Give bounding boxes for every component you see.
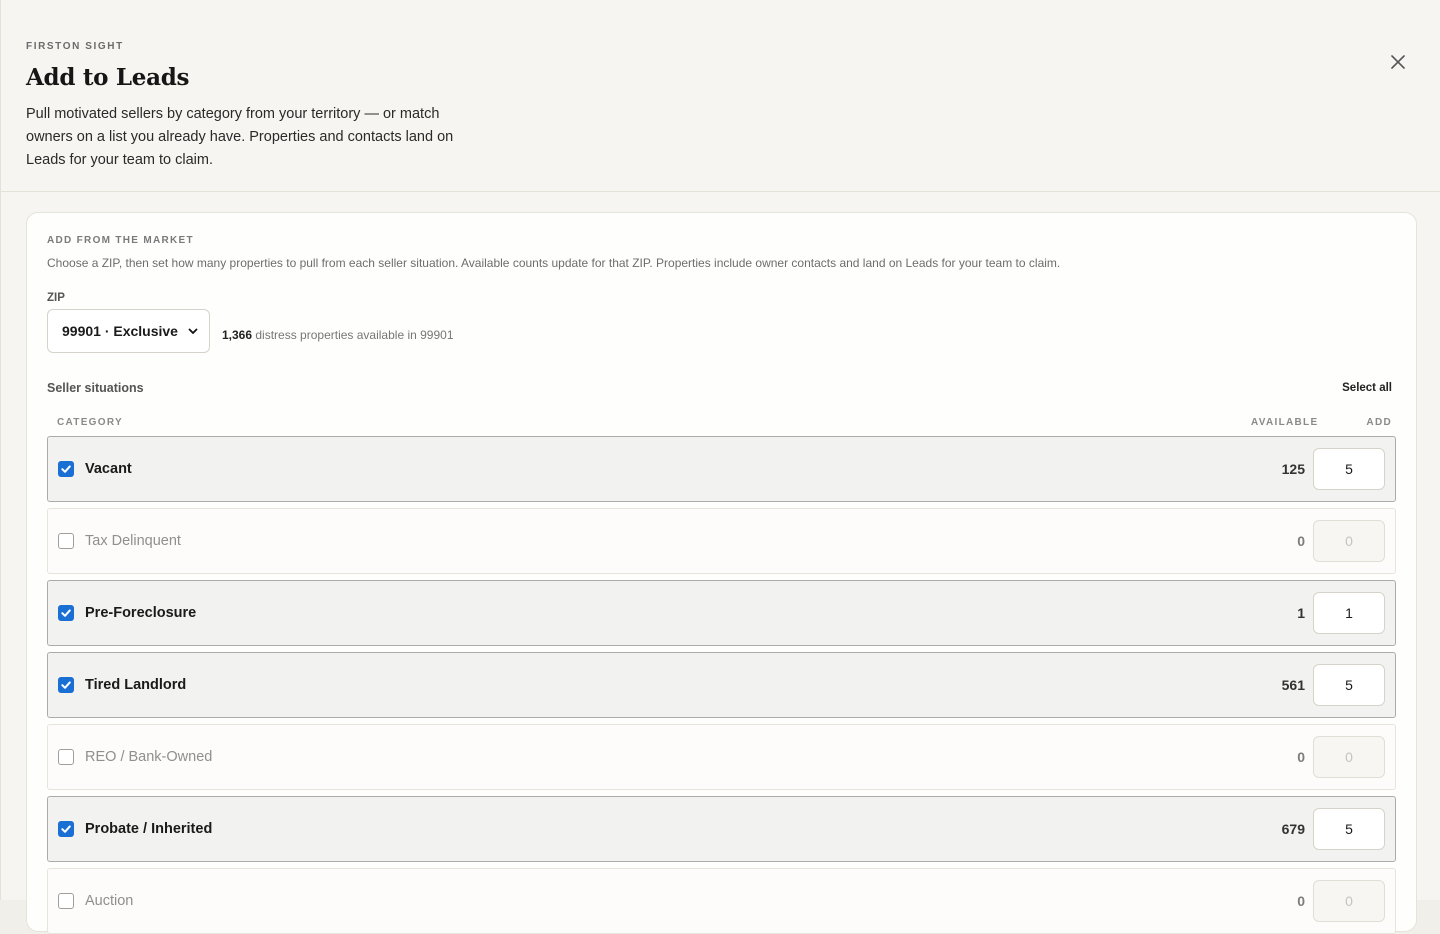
brand-eyebrow: FIRSTON SIGHT <box>26 41 124 52</box>
check-icon <box>61 465 71 473</box>
section-eyebrow: ADD FROM THE MARKET <box>47 235 194 246</box>
category-label: Auction <box>85 893 134 909</box>
category-checkbox[interactable] <box>58 677 74 693</box>
select-all-button[interactable]: Select all <box>1342 382 1392 394</box>
check-icon <box>61 609 71 617</box>
category-label: Tired Landlord <box>85 677 187 693</box>
page-description: Pull motivated sellers by category from … <box>26 106 454 168</box>
add-quantity-input[interactable]: 0 <box>1313 736 1385 778</box>
zip-info-text: distress properties available in 99901 <box>255 327 454 342</box>
category-row[interactable]: Vacant 125 5 <box>47 436 1396 502</box>
section-description: Choose a ZIP, then set how many properti… <box>47 256 1061 270</box>
add-quantity-input[interactable]: 0 <box>1313 880 1385 922</box>
category-checkbox[interactable] <box>58 605 74 621</box>
add-to-leads-panel: FIRSTON SIGHT Add to Leads Pull motivate… <box>0 0 1440 934</box>
check-icon <box>61 681 71 689</box>
category-checkbox[interactable] <box>58 533 74 549</box>
add-quantity-input[interactable]: 0 <box>1313 520 1385 562</box>
category-checkbox[interactable] <box>58 821 74 837</box>
situations-label: Seller situations <box>47 381 144 395</box>
category-checkbox[interactable] <box>58 461 74 477</box>
add-quantity-input[interactable]: 5 <box>1313 448 1385 490</box>
close-button[interactable] <box>1388 52 1408 72</box>
zip-row: 99901 · Exclusive 1,366 distress propert… <box>47 309 1396 353</box>
category-label: Tax Delinquent <box>85 533 181 549</box>
check-icon <box>61 825 71 833</box>
zip-label: ZIP <box>47 292 65 304</box>
category-label: Pre-Foreclosure <box>85 605 197 621</box>
add-quantity-input[interactable]: 5 <box>1313 808 1385 850</box>
category-row[interactable]: Pre-Foreclosure 1 1 <box>47 580 1396 646</box>
zip-select[interactable]: 99901 · Exclusive <box>47 309 210 353</box>
available-count: 0 <box>1297 893 1305 909</box>
zip-availability: 1,366 distress properties available in 9… <box>222 328 454 342</box>
category-label: REO / Bank-Owned <box>85 749 213 765</box>
situations-header: Seller situations Select all <box>47 381 1396 395</box>
column-category: CATEGORY <box>57 417 123 428</box>
available-count: 1 <box>1297 605 1305 621</box>
available-count: 0 <box>1297 749 1305 765</box>
add-quantity-input[interactable]: 1 <box>1313 592 1385 634</box>
zip-select-value: 99901 · Exclusive <box>62 323 178 339</box>
chevron-down-icon <box>188 328 198 334</box>
available-count: 679 <box>1281 821 1305 837</box>
available-count: 0 <box>1297 533 1305 549</box>
category-row[interactable]: Probate / Inherited 679 5 <box>47 796 1396 862</box>
panel-header: FIRSTON SIGHT Add to Leads Pull motivate… <box>1 0 1440 192</box>
zip-count: 1,366 <box>222 327 253 342</box>
category-list: Vacant 125 5 Tax Delinquent 0 0 Pre-Fore… <box>47 436 1396 934</box>
category-row[interactable]: Tax Delinquent 0 0 <box>47 508 1396 574</box>
close-icon <box>1391 55 1405 69</box>
available-count: 125 <box>1281 461 1305 477</box>
category-label: Vacant <box>85 461 132 477</box>
page-title: Add to Leads <box>26 64 190 91</box>
category-row[interactable]: Tired Landlord 561 5 <box>47 652 1396 718</box>
column-available: AVAILABLE <box>1251 417 1319 428</box>
table-header: CATEGORY AVAILABLE ADD <box>47 417 1396 428</box>
category-checkbox[interactable] <box>58 893 74 909</box>
add-quantity-input[interactable]: 5 <box>1313 664 1385 706</box>
category-label: Probate / Inherited <box>85 821 213 837</box>
category-row[interactable]: Auction 0 0 <box>47 868 1396 934</box>
category-row[interactable]: REO / Bank-Owned 0 0 <box>47 724 1396 790</box>
market-card: ADD FROM THE MARKET Choose a ZIP, then s… <box>26 212 1417 934</box>
category-checkbox[interactable] <box>58 749 74 765</box>
available-count: 561 <box>1281 677 1305 693</box>
column-add: ADD <box>1366 417 1392 428</box>
